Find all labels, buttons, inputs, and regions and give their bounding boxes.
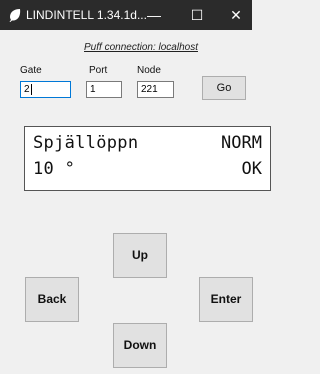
node-input[interactable]: 221 bbox=[137, 81, 174, 98]
leaf-icon bbox=[9, 9, 21, 22]
node-value: 221 bbox=[141, 84, 158, 95]
gate-label: Gate bbox=[20, 65, 42, 76]
maximize-button[interactable]: ☐ bbox=[180, 0, 214, 30]
go-button[interactable]: Go bbox=[202, 76, 246, 100]
port-input[interactable]: 1 bbox=[86, 81, 122, 98]
app-window: LINDINTELL 1.34.1d... — ☐ ✕ Puff connect… bbox=[0, 0, 271, 374]
port-value: 1 bbox=[90, 84, 96, 95]
node-label: Node bbox=[137, 65, 161, 76]
enter-button[interactable]: Enter bbox=[199, 277, 253, 322]
minimize-button[interactable]: — bbox=[137, 0, 171, 30]
port-label: Port bbox=[89, 65, 108, 76]
display-line1-right: NORM bbox=[221, 133, 262, 153]
display-line2-left: 10 ° bbox=[33, 159, 76, 179]
title-bar[interactable]: LINDINTELL 1.34.1d... — ☐ ✕ bbox=[0, 0, 252, 30]
gate-value: 2 bbox=[24, 84, 30, 96]
connection-status: Puff connection: localhost bbox=[84, 42, 198, 53]
gate-input[interactable]: 2 bbox=[20, 81, 71, 98]
lcd-display: Spjällöppn NORM 10 ° OK bbox=[24, 126, 271, 191]
up-button[interactable]: Up bbox=[113, 233, 167, 278]
text-caret bbox=[30, 84, 32, 95]
down-button[interactable]: Down bbox=[113, 323, 167, 368]
display-line2-right: OK bbox=[241, 159, 262, 179]
close-button[interactable]: ✕ bbox=[219, 0, 253, 30]
window-title: LINDINTELL 1.34.1d... bbox=[26, 8, 147, 22]
display-line1-left: Spjällöppn bbox=[33, 133, 139, 153]
back-button[interactable]: Back bbox=[25, 277, 79, 322]
